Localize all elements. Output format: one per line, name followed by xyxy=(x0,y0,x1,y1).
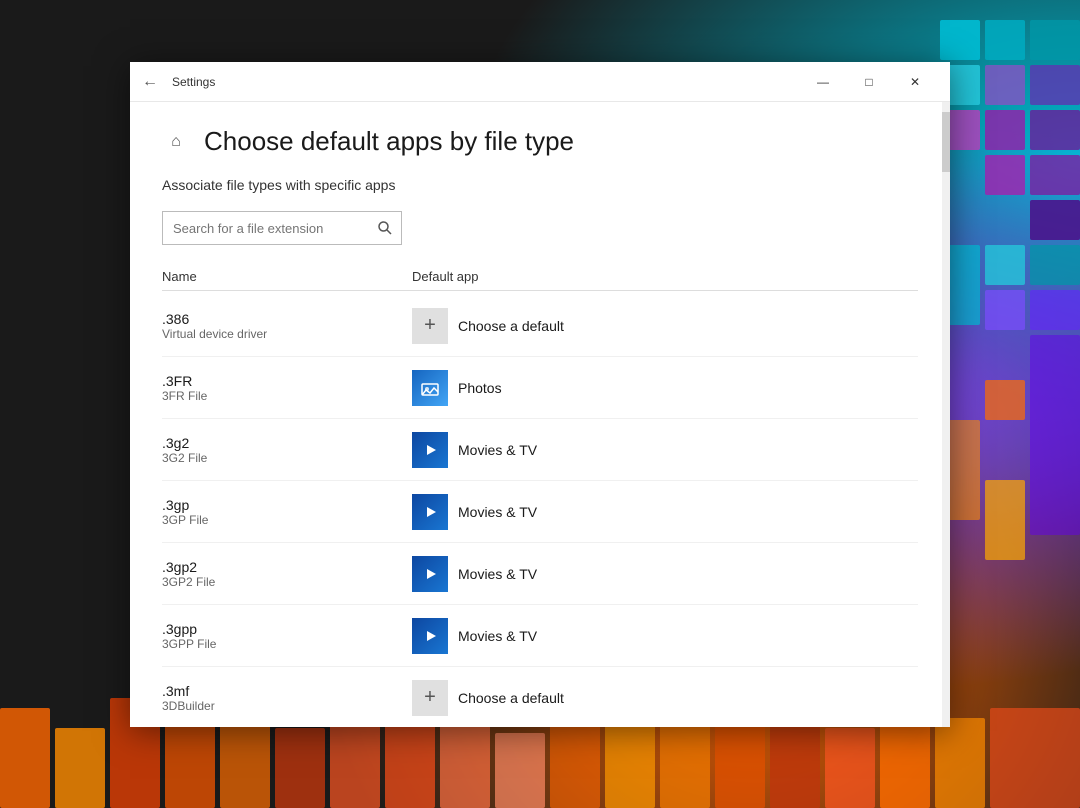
app-selector[interactable]: Photos xyxy=(412,370,502,406)
file-extension: .3FR xyxy=(162,373,412,389)
column-app-header: Default app xyxy=(412,269,479,284)
app-selector[interactable]: Movies & TV xyxy=(412,618,537,654)
file-info: .3g2 3G2 File xyxy=(162,435,412,465)
file-description: 3GPP File xyxy=(162,637,412,651)
table-row: .3gp2 3GP2 File Movies & TV xyxy=(162,543,918,605)
file-extension: .3gpp xyxy=(162,621,412,637)
file-description: 3FR File xyxy=(162,389,412,403)
table-row: .3g2 3G2 File Movies & TV xyxy=(162,419,918,481)
app-name: Choose a default xyxy=(458,318,564,334)
window-title: Settings xyxy=(172,75,215,89)
app-selector[interactable]: Movies & TV xyxy=(412,432,537,468)
scrollbar-track xyxy=(942,102,950,727)
file-extension: .3gp2 xyxy=(162,559,412,575)
file-extension: .386 xyxy=(162,311,412,327)
table-row: .3gpp 3GPP File Movies & TV xyxy=(162,605,918,667)
app-icon-photos xyxy=(412,370,448,406)
app-name: Movies & TV xyxy=(458,566,537,582)
close-button[interactable]: ✕ xyxy=(892,66,938,98)
file-info: .386 Virtual device driver xyxy=(162,311,412,341)
file-description: 3G2 File xyxy=(162,451,412,465)
app-selector[interactable]: Movies & TV xyxy=(412,494,537,530)
home-button[interactable]: ⌂ xyxy=(162,128,190,156)
table-row: .3gp 3GP File Movies & TV xyxy=(162,481,918,543)
file-description: 3GP2 File xyxy=(162,575,412,589)
maximize-button[interactable]: □ xyxy=(846,66,892,98)
file-description: 3DBuilder xyxy=(162,699,412,713)
app-selector[interactable]: + Choose a default xyxy=(412,680,564,716)
app-name: Choose a default xyxy=(458,690,564,706)
app-name: Movies & TV xyxy=(458,628,537,644)
app-icon-movies xyxy=(412,556,448,592)
file-extension: .3mf xyxy=(162,683,412,699)
minimize-button[interactable]: — xyxy=(800,66,846,98)
file-extension: .3g2 xyxy=(162,435,412,451)
app-selector[interactable]: Movies & TV xyxy=(412,556,537,592)
file-info: .3gp2 3GP2 File xyxy=(162,559,412,589)
file-info: .3gp 3GP File xyxy=(162,497,412,527)
title-bar-left: ← Settings xyxy=(142,73,215,91)
app-icon-plus: + xyxy=(412,680,448,716)
subtitle: Associate file types with specific apps xyxy=(162,177,918,193)
table-row: .3mf 3DBuilder + Choose a default xyxy=(162,667,918,727)
table-row: .386 Virtual device driver + Choose a de… xyxy=(162,295,918,357)
column-name-header: Name xyxy=(162,269,412,284)
settings-window: ← Settings — □ ✕ ⌂ Choose default apps b… xyxy=(130,62,950,727)
page-header: ⌂ Choose default apps by file type xyxy=(162,126,918,157)
file-extension: .3gp xyxy=(162,497,412,513)
file-info: .3gpp 3GPP File xyxy=(162,621,412,651)
table-row: .3FR 3FR File Photos xyxy=(162,357,918,419)
scrollbar-thumb[interactable] xyxy=(942,112,950,172)
back-button[interactable]: ← xyxy=(142,73,158,91)
file-info: .3FR 3FR File xyxy=(162,373,412,403)
file-description: 3GP File xyxy=(162,513,412,527)
search-input[interactable] xyxy=(163,221,369,236)
app-icon-movies xyxy=(412,432,448,468)
app-name: Movies & TV xyxy=(458,442,537,458)
file-description: Virtual device driver xyxy=(162,327,412,341)
app-selector[interactable]: + Choose a default xyxy=(412,308,564,344)
file-info: .3mf 3DBuilder xyxy=(162,683,412,713)
content-area: ⌂ Choose default apps by file type Assoc… xyxy=(130,102,950,727)
title-bar: ← Settings — □ ✕ xyxy=(130,62,950,102)
page-title: Choose default apps by file type xyxy=(204,126,574,157)
app-name: Photos xyxy=(458,380,502,396)
title-bar-controls: — □ ✕ xyxy=(800,66,938,98)
app-icon-plus: + xyxy=(412,308,448,344)
app-icon-movies xyxy=(412,494,448,530)
search-icon[interactable] xyxy=(369,212,401,244)
app-name: Movies & TV xyxy=(458,504,537,520)
search-box xyxy=(162,211,402,245)
app-icon-movies xyxy=(412,618,448,654)
table-header: Name Default app xyxy=(162,263,918,291)
file-type-list: .386 Virtual device driver + Choose a de… xyxy=(162,295,918,727)
